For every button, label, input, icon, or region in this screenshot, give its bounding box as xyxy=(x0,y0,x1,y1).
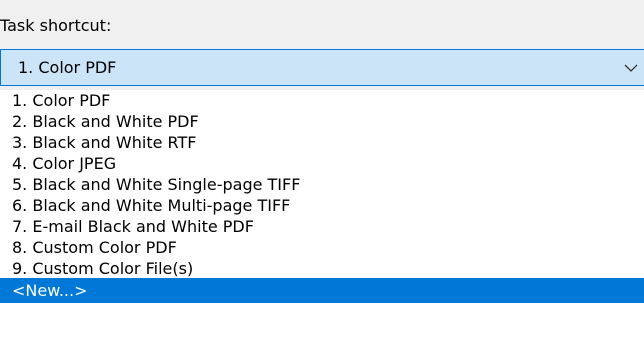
task-shortcut-combobox[interactable]: 1. Color PDF xyxy=(0,49,644,86)
dropdown-option[interactable]: 3. Black and White RTF xyxy=(0,132,644,153)
task-shortcut-dropdown-list: 1. Color PDF 2. Black and White PDF 3. B… xyxy=(0,90,644,351)
dropdown-option[interactable]: 4. Color JPEG xyxy=(0,153,644,174)
dropdown-option[interactable]: 1. Color PDF xyxy=(0,90,644,111)
dropdown-option[interactable]: 7. E-mail Black and White PDF xyxy=(0,216,644,237)
dropdown-option[interactable]: 2. Black and White PDF xyxy=(0,111,644,132)
combobox-selected-value: 1. Color PDF xyxy=(18,58,117,77)
dropdown-option-new[interactable]: <New...> xyxy=(0,278,644,303)
dropdown-option[interactable]: 5. Black and White Single-page TIFF xyxy=(0,174,644,195)
chevron-down-icon[interactable] xyxy=(622,59,640,77)
task-shortcut-label: Task shortcut: xyxy=(0,16,112,35)
dropdown-option[interactable]: 9. Custom Color File(s) xyxy=(0,258,644,279)
dropdown-option[interactable]: 6. Black and White Multi-page TIFF xyxy=(0,195,644,216)
dropdown-option[interactable]: 8. Custom Color PDF xyxy=(0,237,644,258)
